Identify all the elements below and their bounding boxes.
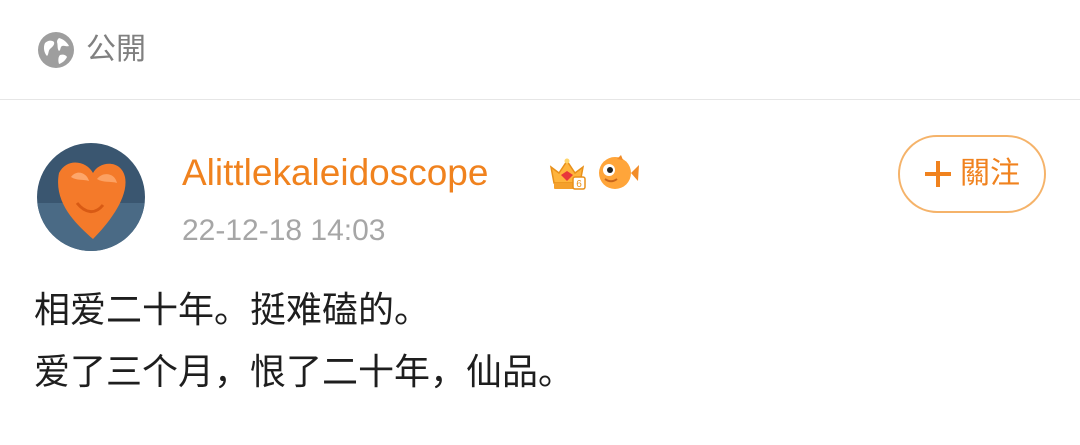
avatar[interactable] bbox=[37, 143, 145, 251]
vip-crown-icon[interactable]: 6 bbox=[545, 151, 589, 195]
fish-icon[interactable] bbox=[595, 151, 639, 195]
visibility-bar: 公開 bbox=[0, 0, 1080, 100]
plus-icon bbox=[925, 161, 951, 187]
post-text-line: 相爱二十年。挺难磕的。 bbox=[34, 290, 431, 331]
author-name[interactable]: Alittlekaleidoscope bbox=[182, 149, 488, 197]
post-text-line: 爱了三个月，恨了二十年，仙品。 bbox=[34, 352, 575, 393]
svg-text:6: 6 bbox=[576, 179, 582, 190]
follow-button[interactable]: 關注 bbox=[898, 135, 1046, 213]
globe-icon bbox=[38, 32, 74, 68]
post-timestamp: 22-12-18 14:03 bbox=[182, 214, 386, 247]
visibility-label: 公開 bbox=[86, 32, 146, 67]
post-content: 相爱二十年。挺难磕的。 爱了三个月，恨了二十年，仙品。 bbox=[34, 280, 1044, 404]
follow-label: 關注 bbox=[960, 156, 1020, 191]
